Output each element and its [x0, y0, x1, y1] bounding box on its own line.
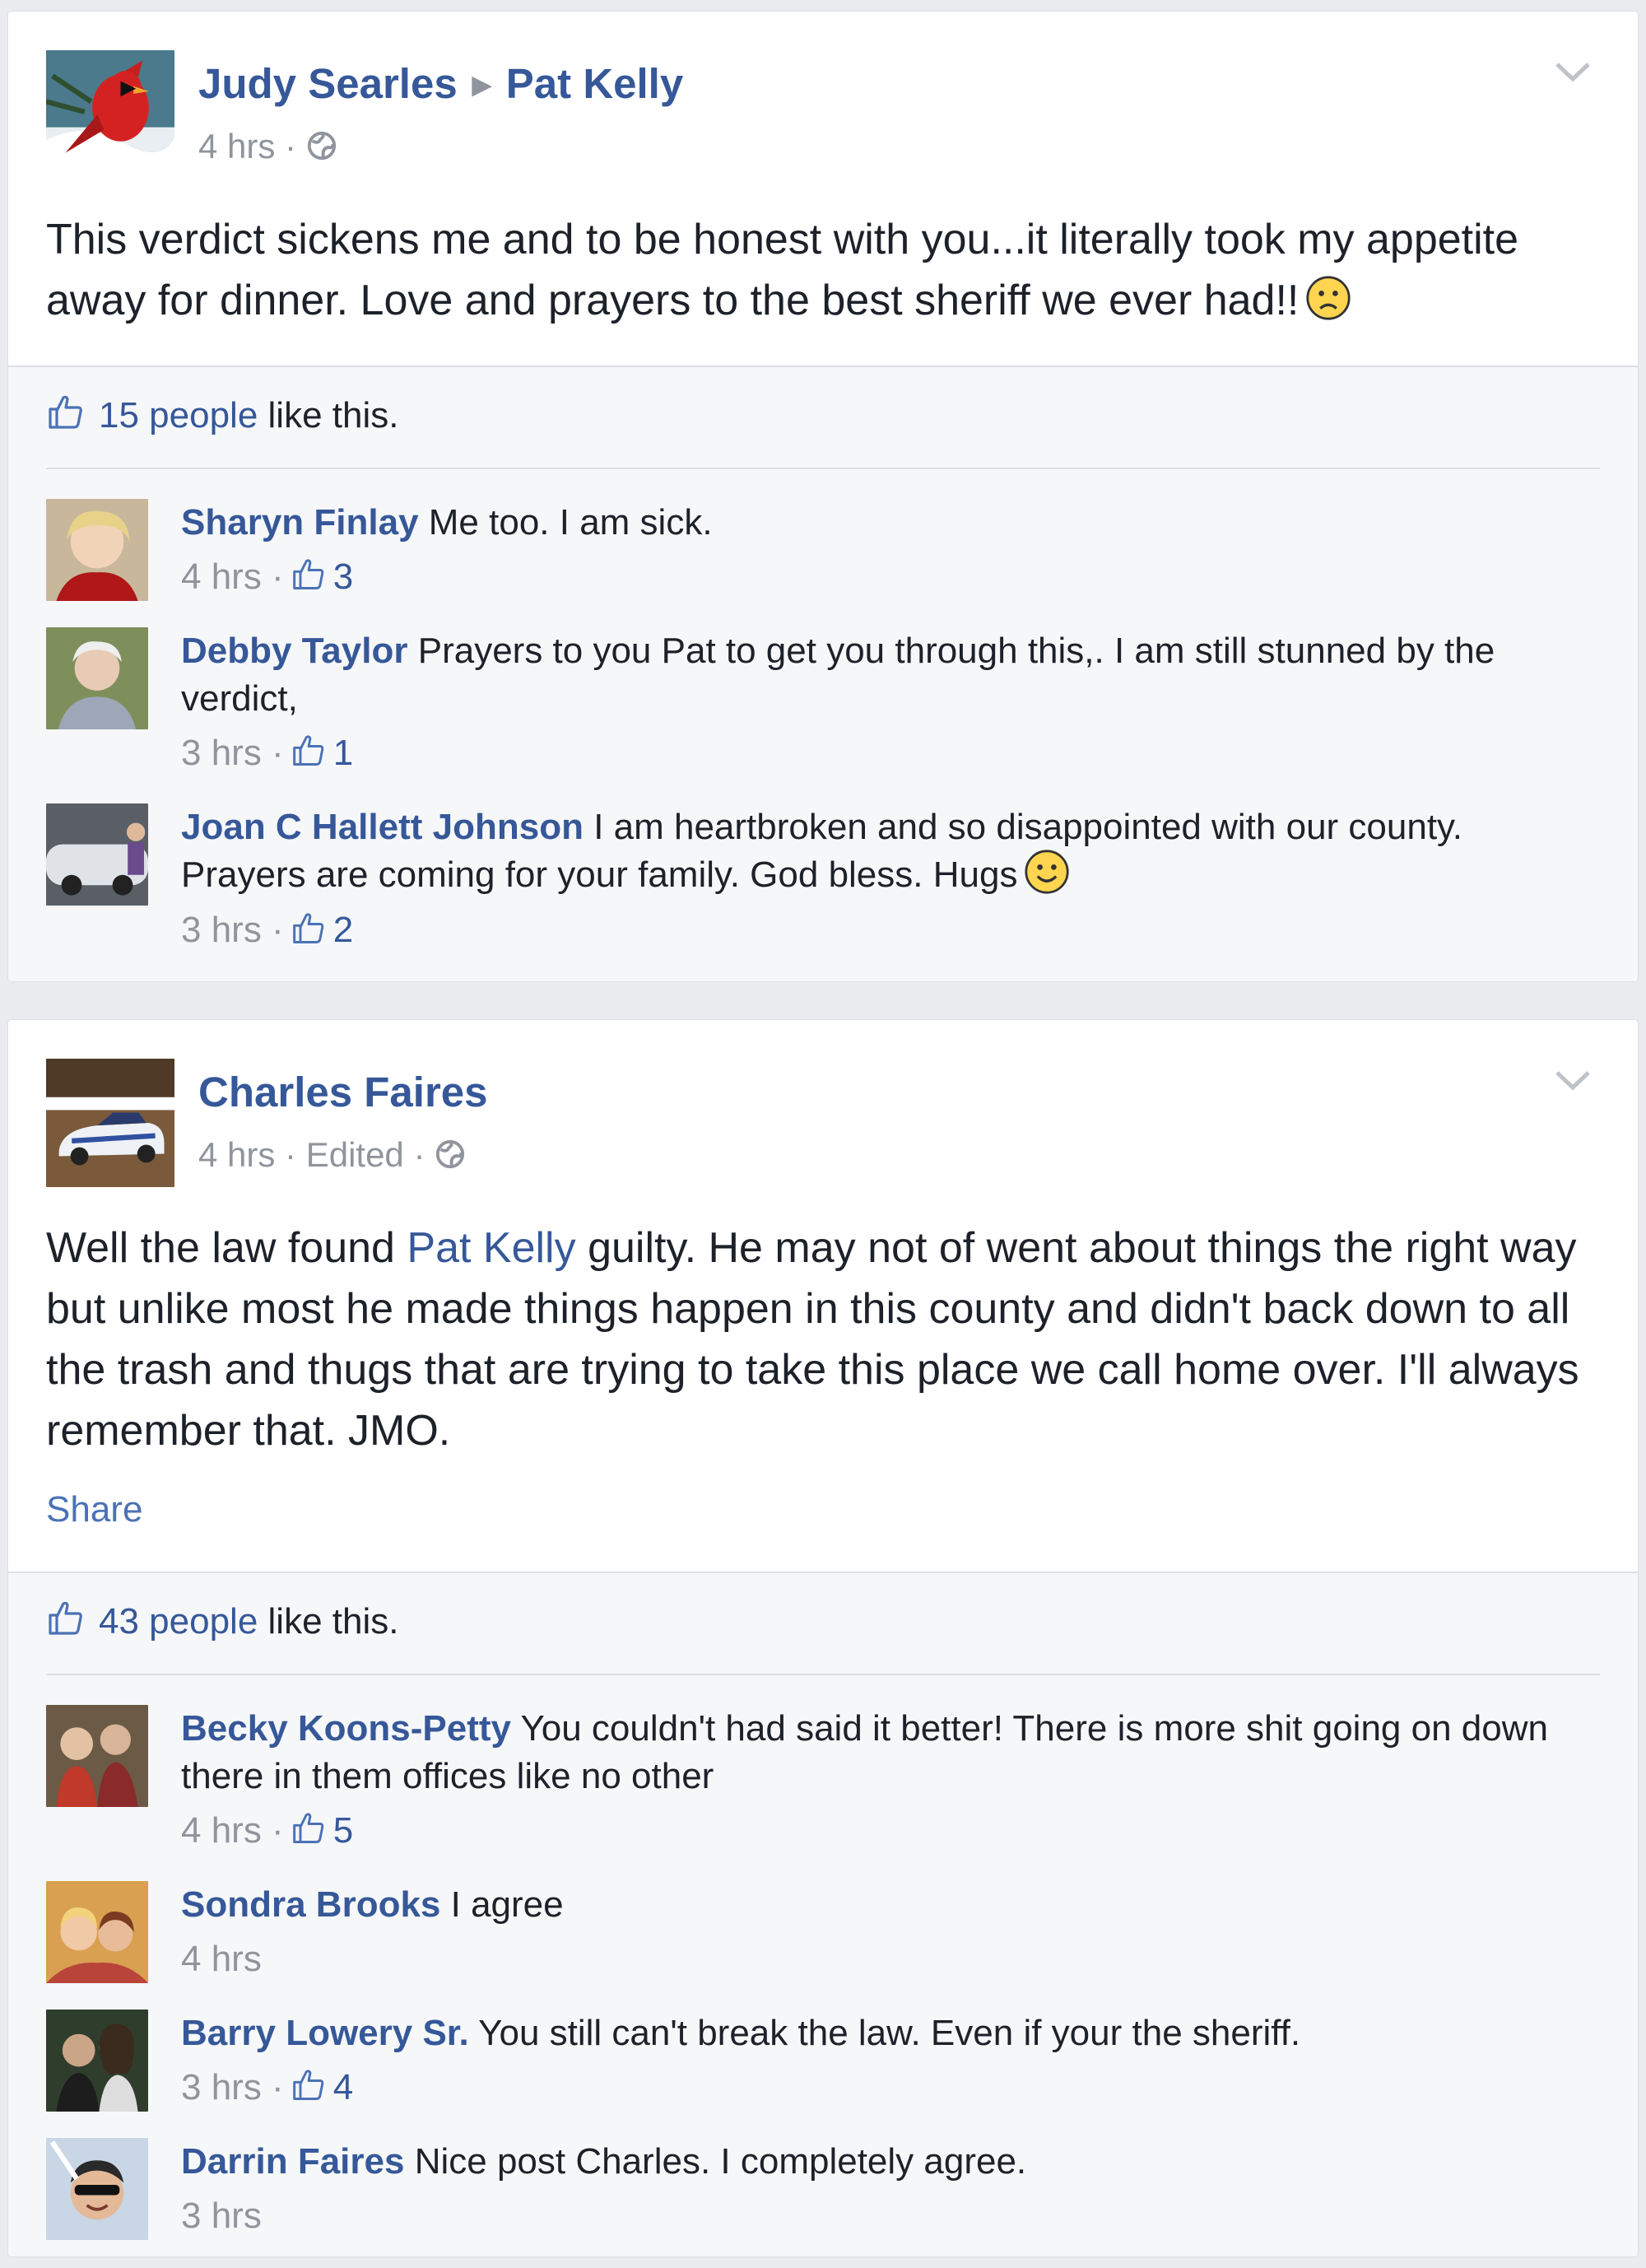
commenter-name[interactable]: Becky Koons-Petty: [181, 1708, 511, 1749]
post-text-line: away for dinner. Love and prayers to the…: [46, 277, 1300, 324]
commenter-avatar[interactable]: [46, 499, 148, 601]
commenter-avatar[interactable]: [46, 803, 148, 906]
comment-meta: 4 hrs: [181, 1935, 1551, 1983]
comment-like-count[interactable]: 4: [333, 2067, 353, 2107]
globe-icon[interactable]: [435, 1139, 466, 1170]
commenter-avatar[interactable]: [46, 2010, 148, 2112]
comment-meta: 4 hrs · 3: [181, 557, 354, 597]
author-name[interactable]: Judy Searles: [198, 60, 458, 107]
commenter-name[interactable]: Debby Taylor: [181, 631, 407, 671]
commenter-name[interactable]: Joan C Hallett Johnson: [181, 807, 584, 847]
likes-suffix: like this.: [258, 1601, 399, 1642]
comment-time[interactable]: 4 hrs: [181, 1810, 262, 1851]
author-avatar[interactable]: [46, 50, 174, 179]
arrow-right-icon: ▶: [472, 72, 491, 99]
comment-like-count[interactable]: 3: [333, 557, 353, 597]
divider: [46, 468, 1600, 469]
divider: [46, 1674, 1600, 1675]
commenter-avatar[interactable]: [46, 1705, 148, 1807]
post-text: Well the law found Pat Kelly guilty. He …: [46, 1218, 1610, 1461]
likes-summary: 15 people like this.: [46, 395, 398, 437]
post-header: Judy Searles ▶ Pat Kelly: [198, 59, 683, 108]
comment-meta: 3 hrs: [181, 2192, 1551, 2240]
like-icon[interactable]: [46, 1599, 87, 1638]
comment-meta: 3 hrs · 4: [181, 2067, 354, 2107]
post-header: Charles Faires: [198, 1068, 488, 1116]
like-icon[interactable]: [291, 733, 328, 769]
likes-count[interactable]: 43 people: [99, 1601, 258, 1642]
likes-suffix: like this.: [258, 395, 399, 435]
frown-emoji-icon: [1306, 276, 1351, 320]
commenter-avatar[interactable]: [46, 2138, 148, 2240]
like-icon[interactable]: [291, 2067, 328, 2103]
like-icon[interactable]: [291, 1810, 328, 1847]
comment-time[interactable]: 3 hrs: [181, 733, 262, 773]
person-avatar-icon: [46, 803, 148, 906]
comment-time[interactable]: 4 hrs: [181, 1939, 262, 1979]
like-icon[interactable]: [291, 910, 328, 947]
globe-icon[interactable]: [306, 130, 337, 161]
comment-text: Me too. I am sick.: [428, 502, 713, 543]
comment-time[interactable]: 3 hrs: [181, 2067, 262, 2107]
comment-time[interactable]: 3 hrs: [181, 910, 262, 950]
mention-link[interactable]: Pat Kelly: [407, 1224, 575, 1272]
commenter-avatar[interactable]: [46, 627, 148, 729]
post-meta: 4 hrs ·: [198, 127, 337, 166]
comment-meta: 3 hrs · 2: [181, 910, 354, 951]
comment-text: I agree: [450, 1884, 564, 1925]
like-icon[interactable]: [46, 393, 87, 432]
likes-count[interactable]: 15 people: [99, 395, 258, 435]
comment-time[interactable]: 4 hrs: [181, 557, 262, 597]
post-text-start: Well the law found: [46, 1224, 407, 1272]
edited-label[interactable]: Edited: [306, 1135, 404, 1174]
smile-emoji-icon: [1025, 850, 1070, 894]
person-avatar-icon: [46, 1881, 148, 1983]
person-avatar-icon: [46, 499, 148, 601]
comment-text: Nice post Charles. I completely agree.: [414, 2141, 1027, 2182]
author-avatar[interactable]: [46, 1059, 174, 1187]
like-icon[interactable]: [291, 557, 328, 593]
cardinal-avatar-icon: [46, 50, 174, 179]
feedback-section: 43 people like this. Becky Koons-Petty Y…: [8, 1572, 1638, 2256]
person-avatar-icon: [46, 2010, 148, 2112]
person-avatar-icon: [46, 1705, 148, 1807]
post-time[interactable]: 4 hrs: [198, 1135, 275, 1174]
post-text: This verdict sickens me and to be honest…: [46, 209, 1610, 331]
comment-like-count[interactable]: 2: [333, 910, 353, 950]
comment-like-count[interactable]: 1: [333, 733, 353, 773]
feedback-section: 15 people like this. Sharyn Finlay Me to…: [8, 366, 1638, 981]
person-avatar-icon: [46, 627, 148, 729]
share-link[interactable]: Share: [46, 1489, 142, 1530]
post-time[interactable]: 4 hrs: [198, 127, 275, 165]
commenter-name[interactable]: Sharyn Finlay: [181, 502, 419, 543]
likes-summary: 43 people like this.: [46, 1601, 398, 1643]
person-avatar-icon: [46, 2138, 148, 2240]
target-name[interactable]: Pat Kelly: [506, 60, 683, 107]
author-name[interactable]: Charles Faires: [198, 1069, 488, 1115]
post-judy-searles: Judy Searles ▶ Pat Kelly 4 hrs · This verd…: [7, 11, 1639, 982]
comment-time[interactable]: 3 hrs: [181, 2196, 262, 2236]
race-car-avatar-icon: [46, 1059, 174, 1187]
commenter-name[interactable]: Sondra Brooks: [181, 1884, 440, 1925]
comment-meta: 4 hrs · 5: [181, 1810, 354, 1851]
chevron-down-icon[interactable]: [1554, 1068, 1592, 1092]
chevron-down-icon[interactable]: [1554, 59, 1592, 84]
comment-meta: 3 hrs · 1: [181, 733, 354, 773]
comment-like-count[interactable]: 5: [333, 1810, 353, 1851]
post-charles-faires: Charles Faires 4 hrs · Edited · Well the…: [7, 1019, 1639, 2257]
post-text-line: This verdict sickens me and to be honest…: [46, 216, 1519, 263]
comment-text: You still can't break the law. Even if y…: [478, 2013, 1301, 2053]
commenter-avatar[interactable]: [46, 1881, 148, 1983]
post-meta: 4 hrs · Edited ·: [198, 1135, 466, 1175]
commenter-name[interactable]: Darrin Faires: [181, 2141, 404, 2182]
commenter-name[interactable]: Barry Lowery Sr.: [181, 2013, 469, 2053]
